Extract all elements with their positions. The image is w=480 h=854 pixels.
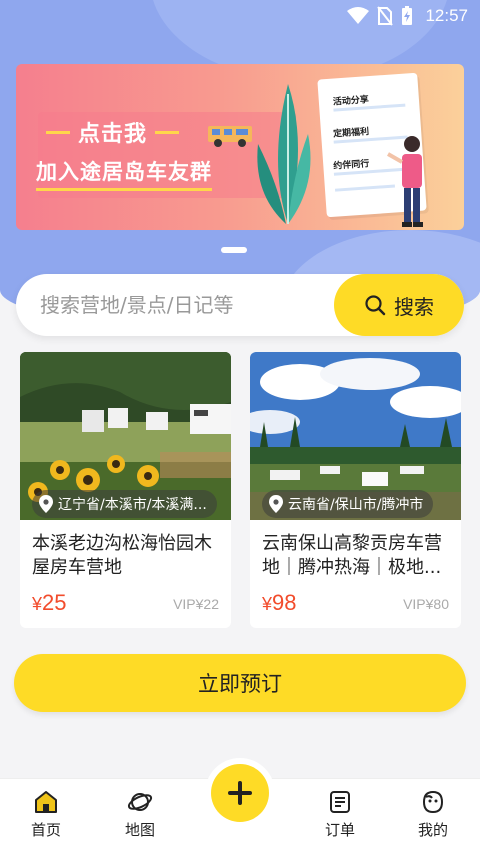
banner-list-item: 定期福利 [332,127,370,140]
person-illustration [387,136,423,227]
price: ¥25 [32,590,67,616]
location-pin-icon [269,495,283,513]
location-badge: 云南省/保山市/腾冲市 [262,490,434,518]
location-text: 云南省/保山市/腾冲市 [288,497,424,513]
no-sim-icon [377,6,394,26]
home-icon [35,791,57,813]
price-symbol: ¥ [32,594,43,614]
price-value: 98 [272,590,297,615]
book-now-button[interactable]: 立即预订 [14,654,466,712]
campsite-name: 云南保山高黎贡房车营地｜腾冲热海｜极地... [262,533,442,578]
nav-orders-label: 订单 [324,821,355,839]
planet-icon [127,793,153,811]
banner-list-item: 约伴同行 [333,159,370,172]
nav-map-label: 地图 [124,821,155,839]
promo-banner[interactable]: 点击我 加入途居岛车友群 活动分享 定期福利 约伴同行 [16,64,464,230]
profile-face-icon [422,790,444,814]
banner-line2: 加入途居岛车友群 [36,156,212,191]
price-symbol: ¥ [262,594,273,614]
nav-mine[interactable]: 我的 [393,789,473,849]
search-icon [365,295,386,316]
vip-price: VIP¥22 [173,596,219,612]
price-value: 25 [42,590,67,615]
plus-icon [228,781,252,805]
status-bar: 12:57 [0,0,480,32]
status-time: 12:57 [425,6,468,25]
location-badge: 辽宁省/本溪市/本溪满... [32,490,217,518]
battery-charging-icon [402,6,413,25]
banner-line1: 点击我 [78,122,148,147]
search-button[interactable]: 搜索 [334,274,464,336]
campsite-card[interactable]: 云南省/保山市/腾冲市 云南保山高黎贡房车营地｜腾冲热海｜极地... ¥98 V… [250,352,461,628]
campsite-card[interactable]: 辽宁省/本溪市/本溪满... 本溪老边沟松海怡园木屋房车营地 ¥25 VIP¥2… [20,352,231,628]
nav-home-label: 首页 [30,821,61,839]
search-bar: 搜索 [16,274,464,336]
price: ¥98 [262,590,297,616]
wifi-icon [347,7,370,24]
campsite-name: 本溪老边沟松海怡园木屋房车营地 [32,533,212,578]
nav-map[interactable]: 地图 [100,789,180,849]
banner-indicator [221,247,247,253]
location-pin-icon [39,495,53,513]
banner-line1-wrap: 点击我 [46,116,180,148]
add-button[interactable] [211,764,269,822]
search-input[interactable] [40,274,340,336]
nav-orders[interactable]: 订单 [300,789,380,849]
search-button-label: 搜索 [394,294,434,319]
order-list-icon [330,791,350,813]
plant-illustration [257,84,311,224]
nav-home[interactable]: 首页 [6,789,86,849]
location-text: 辽宁省/本溪市/本溪满... [58,497,207,513]
banner-list-item: 活动分享 [332,95,370,108]
nav-mine-label: 我的 [417,821,448,839]
vip-price: VIP¥80 [403,596,449,612]
